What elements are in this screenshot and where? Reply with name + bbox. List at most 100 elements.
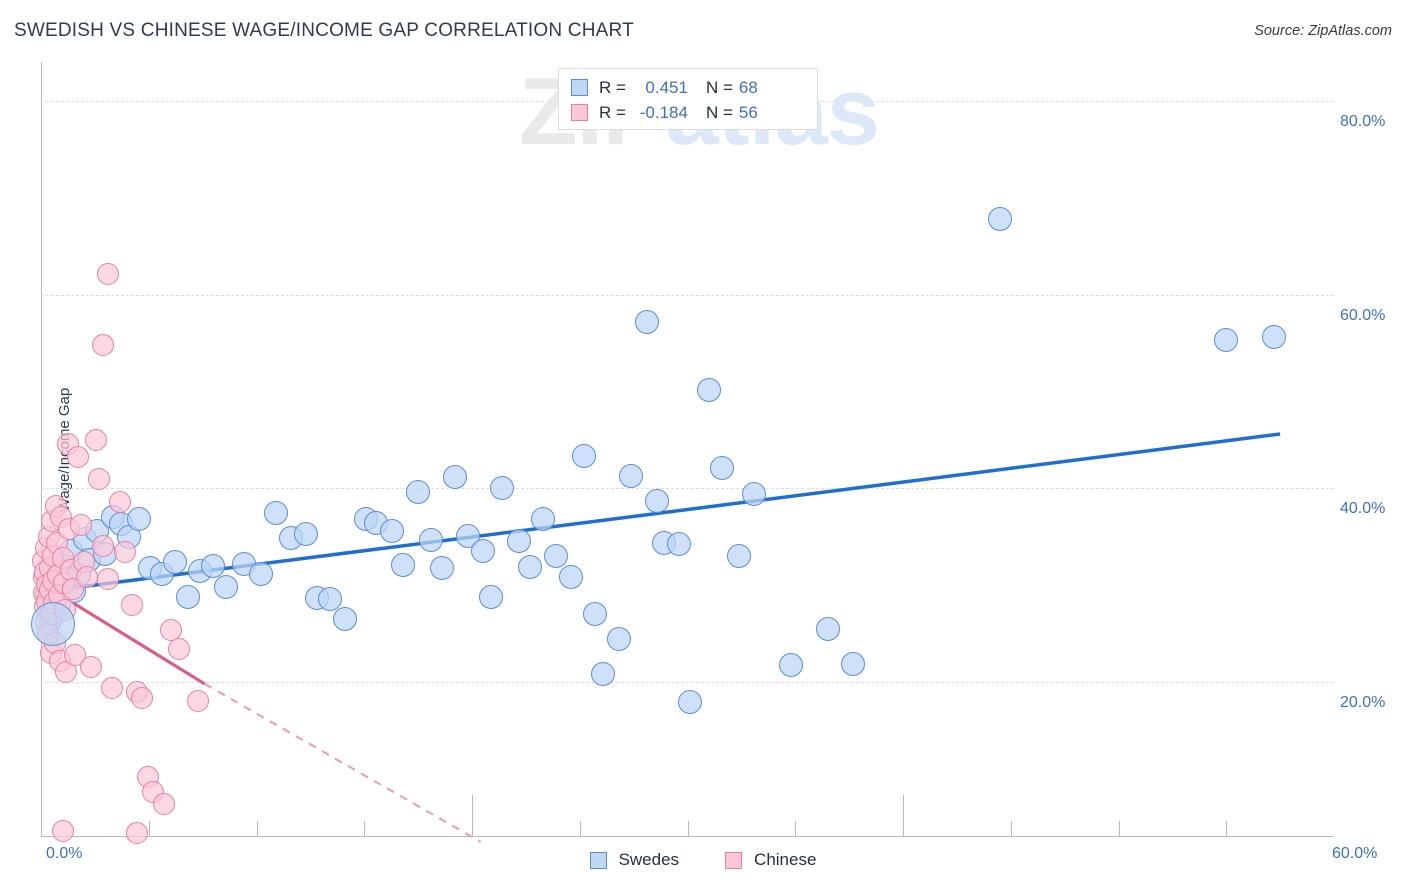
data-point-swedes xyxy=(559,565,584,590)
x-axis-tick xyxy=(256,821,258,837)
data-point-swedes xyxy=(572,444,597,469)
trendline-chinese-dashed xyxy=(204,683,482,843)
gridline-y xyxy=(41,488,1334,490)
data-point-swedes xyxy=(531,507,556,532)
data-point-chinese xyxy=(160,618,183,641)
legend-swatch-chinese-icon xyxy=(725,851,743,869)
data-point-chinese xyxy=(108,490,131,513)
data-point-swedes xyxy=(666,532,691,557)
data-point-swedes xyxy=(127,507,152,532)
y-tick-label: 80.0% xyxy=(1340,112,1386,130)
data-point-swedes xyxy=(582,602,607,627)
x-axis-tick xyxy=(364,821,366,837)
stats-n-label-swedes: N = xyxy=(705,77,733,97)
data-point-chinese xyxy=(79,655,102,678)
x-axis-tick xyxy=(1010,821,1012,837)
chart-legend: Swedes Chinese xyxy=(0,850,1406,870)
x-axis-tick xyxy=(795,821,797,837)
data-point-chinese xyxy=(152,793,175,816)
x-axis-tick xyxy=(1226,821,1228,837)
data-point-swedes xyxy=(697,378,722,403)
data-point-swedes xyxy=(419,527,444,552)
data-point-swedes xyxy=(1261,325,1286,350)
data-point-swedes xyxy=(606,627,631,652)
data-point-swedes xyxy=(727,544,752,569)
y-tick-label: 60.0% xyxy=(1340,306,1386,324)
data-point-swedes xyxy=(317,586,342,611)
data-point-swedes xyxy=(470,539,495,564)
data-point-swedes xyxy=(332,607,357,632)
data-point-swedes xyxy=(263,501,288,526)
data-point-swedes xyxy=(677,690,702,715)
swatch-chinese-icon xyxy=(571,104,588,121)
x-axis-tick xyxy=(903,795,904,837)
data-point-chinese xyxy=(101,676,124,699)
data-point-swedes xyxy=(709,455,734,480)
data-point-chinese xyxy=(131,686,154,709)
data-point-swedes xyxy=(1214,328,1239,353)
data-point-chinese xyxy=(76,566,99,589)
data-point-chinese xyxy=(125,822,148,845)
data-point-swedes xyxy=(294,521,319,546)
x-axis-tick xyxy=(148,821,150,837)
data-point-swedes xyxy=(778,652,803,677)
data-point-swedes xyxy=(987,206,1012,231)
data-point-swedes xyxy=(490,476,515,501)
data-point-swedes xyxy=(214,575,239,600)
x-axis-tick xyxy=(579,821,581,837)
legend-item-chinese[interactable]: Chinese xyxy=(725,850,816,870)
legend-item-swedes[interactable]: Swedes xyxy=(589,850,680,870)
data-point-swedes xyxy=(742,482,767,507)
stats-r-label-swedes: R = xyxy=(599,77,626,97)
y-axis-title-wrap: Wage/Income Gap xyxy=(12,62,73,837)
chart-root: SWEDISH VS CHINESE WAGE/INCOME GAP CORRE… xyxy=(0,0,1406,892)
data-point-chinese xyxy=(84,428,107,451)
data-point-swedes xyxy=(841,651,866,676)
data-point-chinese xyxy=(92,333,115,356)
data-point-swedes xyxy=(380,518,405,543)
gridline-y xyxy=(41,294,1334,296)
x-axis-tick xyxy=(687,821,689,837)
data-point-chinese xyxy=(120,593,143,616)
x-axis-tick xyxy=(472,795,473,837)
data-point-chinese xyxy=(51,820,74,843)
data-point-swedes-aggregate xyxy=(30,601,75,646)
data-point-chinese xyxy=(69,514,92,537)
trendline-swedes xyxy=(40,432,1281,594)
data-point-chinese xyxy=(66,446,89,469)
plot-area: ZIPatlas xyxy=(30,58,1334,845)
data-point-swedes xyxy=(175,584,200,609)
data-point-chinese xyxy=(187,690,210,713)
data-point-swedes xyxy=(201,553,226,578)
data-point-chinese xyxy=(167,638,190,661)
data-point-chinese xyxy=(88,467,111,490)
trendlines-overlay xyxy=(40,432,1281,843)
stats-r-value-chinese: -0.184 xyxy=(639,102,688,122)
gridline-y xyxy=(41,682,1334,683)
stats-n-value-swedes: 68 xyxy=(738,77,758,97)
data-point-swedes xyxy=(162,549,187,574)
x-axis-tick xyxy=(1118,821,1120,837)
data-point-swedes xyxy=(619,463,644,488)
stats-row-swedes: R = 0.451 N = 68 xyxy=(571,75,805,100)
legend-label-chinese: Chinese xyxy=(754,850,817,869)
data-point-swedes xyxy=(518,554,543,579)
legend-swatch-swedes-icon xyxy=(589,851,607,869)
correlation-stats-box: R = 0.451 N = 68 R = -0.184 N = 56 xyxy=(558,68,818,130)
stats-r-value-swedes: 0.451 xyxy=(645,77,688,97)
stats-r-label-chinese: R = xyxy=(599,102,626,122)
data-point-chinese xyxy=(96,263,119,286)
data-point-swedes xyxy=(429,555,454,580)
data-point-swedes xyxy=(442,464,467,489)
data-point-chinese xyxy=(96,568,119,591)
y-tick-label: 40.0% xyxy=(1340,500,1386,518)
legend-label-swedes: Swedes xyxy=(618,850,680,869)
stats-n-value-chinese: 56 xyxy=(738,102,758,122)
page-title: SWEDISH VS CHINESE WAGE/INCOME GAP CORRE… xyxy=(14,20,634,41)
data-point-swedes xyxy=(645,488,670,513)
data-point-swedes xyxy=(406,480,431,505)
swatch-swedes-icon xyxy=(571,79,588,96)
data-point-swedes xyxy=(544,544,569,569)
data-point-swedes xyxy=(634,309,659,334)
data-point-swedes xyxy=(479,584,504,609)
